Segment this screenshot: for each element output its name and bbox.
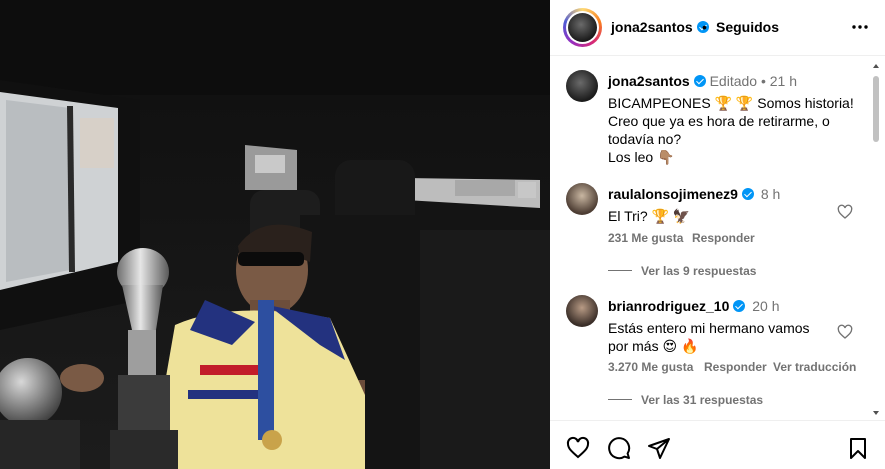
author-username[interactable]: jona2santos [611,19,709,35]
like-comment-heart-icon[interactable] [837,324,853,340]
comment-username[interactable]: raulalonsojimenez9 [608,186,738,202]
reply-button[interactable]: Responder [692,231,755,245]
comments-list[interactable]: jona2santos Editado • 21 h BICAMPEONES 🏆… [550,57,885,419]
edited-label: Editado [709,73,758,89]
comment-bubble-icon[interactable] [607,436,631,460]
comment-username[interactable]: brianrodriguez_10 [608,298,729,314]
verified-badge-icon [693,75,706,87]
caption-dot: • [760,73,766,89]
post-photo-image [0,0,550,469]
view-replies-button[interactable]: Ver las 31 respuestas [641,393,763,407]
trophy-eagle-emoji: 🏆 🦅 [651,208,691,224]
comment-avatar[interactable] [566,183,598,215]
post-header: jona2santos • Seguidos [550,0,885,56]
caption-avatar[interactable] [566,70,598,102]
bookmark-icon[interactable] [846,436,870,460]
trophy-emoji: 🏆 🏆 [714,95,754,111]
follow-status-button[interactable]: Seguidos [716,19,779,35]
caption-time[interactable]: 21 h [770,73,797,89]
verified-badge-icon [733,300,746,312]
comment-likes[interactable]: 231 Me gusta [608,231,683,245]
replies-line [608,399,632,400]
comment-avatar[interactable] [566,295,598,327]
instagram-post-view: jona2santos • Seguidos jona2santos Edita… [0,0,885,469]
comments-panel: jona2santos • Seguidos jona2santos Edita… [550,0,885,469]
comment-time[interactable]: 8 h [761,186,780,202]
more-horizontal-icon[interactable] [850,17,870,37]
caption: jona2santos Editado • 21 h BICAMPEONES 🏆… [608,72,858,166]
caption-text: BICAMPEONES 🏆 🏆 Somos historia! Creo que… [608,95,854,165]
comment-raulalonsojimenez9: raulalonsojimenez9 8 h El Tri? 🏆 🦅 [608,185,838,225]
author-avatar[interactable] [563,8,602,47]
paper-plane-icon[interactable] [647,436,671,460]
heart-eyes-fire-emoji: 😍 🔥 [662,338,699,354]
comment-text: Estás entero mi hermano vamos por más 😍 … [608,320,810,354]
pointing-down-emoji: 👇🏽 [657,149,675,165]
header-separator: • [702,19,707,35]
like-comment-heart-icon[interactable] [837,204,853,220]
comment-text: El Tri? 🏆 🦅 [608,208,691,224]
translate-button[interactable]: Ver traducción [773,360,856,374]
comment-brianrodriguez_10: brianrodriguez_10 20 h Estás entero mi h… [608,297,848,355]
post-action-bar [550,420,885,469]
caption-username[interactable]: jona2santos [608,73,690,89]
reply-button[interactable]: Responder [704,360,767,374]
comment-time[interactable]: 20 h [752,298,779,314]
post-photo[interactable] [0,0,550,469]
view-replies-button[interactable]: Ver las 9 respuestas [641,264,756,278]
comment-likes[interactable]: 3.270 Me gusta [608,360,693,374]
verified-badge-icon [741,188,754,200]
replies-line [608,270,632,271]
heart-outline-icon[interactable] [566,436,590,460]
scrollbar-thumb[interactable] [873,76,879,142]
